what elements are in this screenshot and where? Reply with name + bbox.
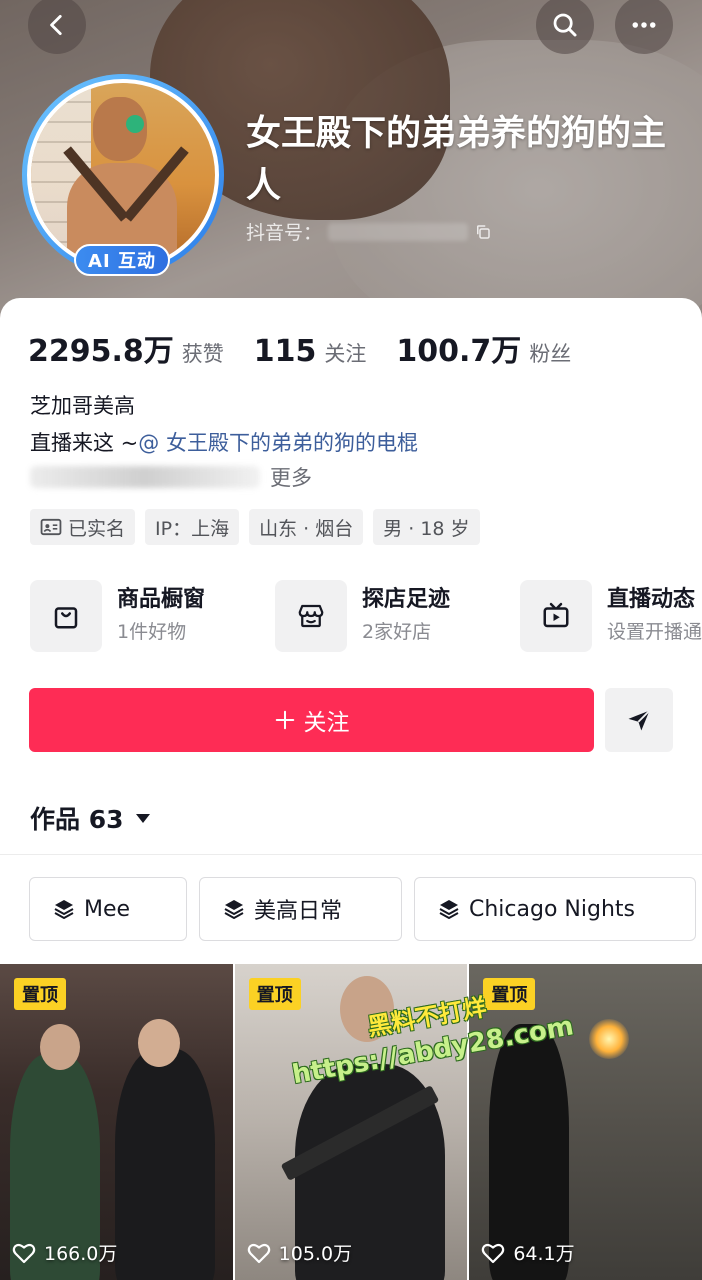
heart-icon [12,1243,36,1263]
copy-icon[interactable] [474,223,492,241]
video-likes-count: 166.0万 [44,1243,118,1265]
service-text: 探店足迹 2家好店 [362,584,450,648]
bio-line-2-prefix: 直播来这 ~ [30,431,139,455]
tab-works[interactable]: 作品 63 [30,800,152,836]
service-shop-window[interactable]: 商品橱窗 1件好物 [30,580,275,652]
video-grid: 置顶 166.0万 置顶 105.0万 置顶 64.1万 [0,964,702,1280]
heart-icon [482,1243,505,1263]
tv-play-icon [543,602,569,628]
service-live-updates[interactable]: 直播动态 设置开播通 [520,580,702,652]
service-subtitle: 2家好店 [362,621,432,643]
stat-followers[interactable]: 100.7万 粉丝 [396,326,571,370]
tag-gender-age: 男 · 18 岁 [373,509,480,545]
search-icon [553,13,577,37]
profile-nickname: 女王殿下的弟弟养的狗的主人 [246,114,667,206]
stat-label: 粉丝 [529,342,572,366]
video-thumbnail[interactable]: 置顶 166.0万 [0,964,233,1280]
tag-verified: 已实名 [30,509,136,545]
bio-line-1: 芝加哥美高 [30,394,135,418]
collection-label: Mee [84,896,131,922]
video-likes: 64.1万 [481,1239,575,1266]
tag-label: 已实名 [68,517,126,540]
video-likes-count: 64.1万 [513,1243,575,1265]
tab-works-label: 作品 63 [30,805,124,834]
service-text: 直播动态 设置开播通 [607,584,702,648]
bio-more-link[interactable]: 更多 [270,462,312,492]
service-title: 商品橱窗 [117,587,206,612]
follow-button[interactable]: 关注 [29,688,594,752]
stat-value: 100.7万 [396,334,522,369]
collection-chip[interactable]: Chicago Nights [414,877,696,941]
bio-more-row: 更多 [30,462,312,492]
more-dots-icon [632,22,656,28]
collection-chip[interactable]: Mee [29,877,187,941]
service-title: 探店足迹 [362,587,451,612]
stat-value: 2295.8万 [28,334,174,369]
douyin-id[interactable]: 抖音号： [246,218,492,245]
ai-interact-badge[interactable]: AI 互动 [74,244,170,276]
profile-card: 2295.8万 获赞 115 关注 100.7万 粉丝 芝加哥美高 直播来这 ~… [0,298,702,1280]
layers-icon [439,900,459,919]
service-subtitle: 设置开播通 [607,621,702,643]
follow-button-label: 关注 [303,710,350,736]
storefront-icon [298,604,324,628]
stat-label: 关注 [324,342,367,366]
id-card-icon [40,518,62,536]
layers-icon [54,900,74,919]
back-chevron-icon [50,14,62,36]
bio-redacted-text [30,466,260,488]
profile-stats: 2295.8万 获赞 115 关注 100.7万 粉丝 [28,326,601,370]
stat-value: 115 [253,334,317,369]
service-text: 商品橱窗 1件好物 [117,584,205,648]
profile-tags: 已实名 IP：上海 山东 · 烟台 男 · 18 岁 [30,509,480,545]
section-divider [0,854,702,855]
tag-label: IP：上海 [155,517,230,540]
tag-location: 山东 · 烟台 [249,509,364,545]
collection-chip[interactable]: 美高日常 [199,877,402,941]
video-likes: 105.0万 [247,1239,352,1266]
avatar-image [27,79,219,271]
plus-icon [275,710,294,730]
profile-bio: 芝加哥美高 直播来这 ~@ 女王殿下的弟弟的狗的电棍 [30,388,418,462]
tag-label: 山东 · 烟台 [259,517,354,540]
stat-following[interactable]: 115 关注 [254,334,367,369]
tag-ip: IP：上海 [145,509,240,545]
video-likes: 166.0万 [12,1239,117,1266]
service-icon-box [520,580,592,652]
send-message-button[interactable] [605,688,673,752]
stat-label: 获赞 [181,342,224,366]
douyin-id-label: 抖音号： [246,222,323,244]
stat-likes[interactable]: 2295.8万 获赞 [28,326,224,370]
send-icon [628,710,651,731]
pinned-badge: 置顶 [248,978,301,1010]
video-likes-count: 105.0万 [278,1243,353,1265]
bio-mention-link[interactable]: @ 女王殿下的弟弟的狗的电棍 [138,431,418,455]
service-store-visits[interactable]: 探店足迹 2家好店 [275,580,520,652]
service-icon-box [30,580,102,652]
layers-icon [224,900,244,919]
profile-services: 商品橱窗 1件好物 探店足迹 2家好店 直播动态 设置开播通 [30,580,702,652]
collection-label: Chicago Nights [469,896,635,922]
shopping-bag-icon [54,607,78,629]
caret-down-icon [135,814,150,823]
collections-row: Mee 美高日常 Chicago Nights [29,877,696,941]
pinned-badge: 置顶 [14,978,66,1010]
collection-label: 美高日常 [254,899,343,924]
heart-icon [247,1243,270,1263]
service-icon-box [275,580,347,652]
bio-line-2: 直播来这 ~@ 女王殿下的弟弟的狗的电棍 [30,425,418,462]
tag-label: 男 · 18 岁 [383,517,470,540]
douyin-id-redacted [328,222,469,241]
service-subtitle: 1件好物 [117,621,187,643]
service-title: 直播动态 [607,587,696,612]
